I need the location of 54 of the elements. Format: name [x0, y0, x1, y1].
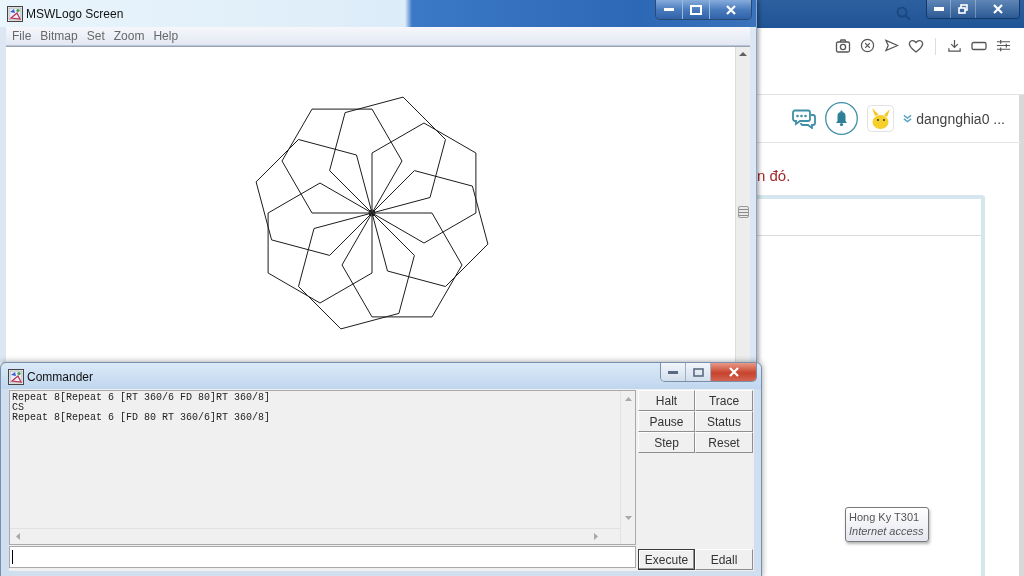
bell-icon[interactable]: [825, 102, 859, 135]
sliders-icon[interactable]: [996, 38, 1011, 53]
send-icon[interactable]: [884, 38, 899, 53]
command-button[interactable]: Execute: [638, 549, 695, 570]
download-icon[interactable]: [947, 38, 962, 53]
command-button[interactable]: Edall: [695, 549, 753, 570]
menu-item[interactable]: Bitmap: [40, 29, 78, 43]
close-icon: [992, 4, 1003, 14]
menu-item[interactable]: File: [12, 29, 32, 43]
maximize-icon: [692, 367, 704, 377]
tooltip-title: Hong Ky T301: [849, 510, 921, 524]
close-icon: [728, 367, 739, 377]
notice-text: n đó.: [757, 167, 792, 185]
up-arrow-icon[interactable]: [739, 52, 747, 56]
command-button[interactable]: Reset: [695, 432, 753, 453]
window-title: Commander: [27, 369, 94, 385]
menu-item[interactable]: Help: [153, 29, 179, 43]
close-button[interactable]: [711, 363, 756, 381]
restore-button[interactable]: [950, 0, 975, 18]
scrollbar-thumb[interactable]: [737, 206, 749, 218]
command-button[interactable]: Pause: [638, 411, 695, 432]
minimize-icon: [664, 8, 674, 11]
minimize-button[interactable]: [927, 0, 950, 18]
minimize-button[interactable]: [661, 363, 686, 381]
maximize-icon: [690, 4, 702, 15]
history-line: CS: [12, 403, 24, 413]
heart-icon[interactable]: [908, 38, 924, 54]
history-line: Repeat 8[Repeat 6 [FD 80 RT 360/6]RT 360/8]: [12, 413, 272, 423]
tooltip-subtitle: Internet access: [849, 524, 924, 538]
double-chevron-icon[interactable]: [903, 114, 913, 123]
command-button[interactable]: Status: [695, 411, 753, 432]
history-line: Repeat 8[Repeat 6 [RT 360/6 FD 80]RT 360/8]: [12, 393, 272, 403]
command-button[interactable]: Step: [638, 432, 695, 453]
app-icon: [8, 369, 24, 385]
minimize-icon: [933, 7, 944, 11]
minimize-icon: [668, 370, 678, 374]
menu-item[interactable]: Set: [86, 29, 105, 43]
vertical-scrollbar[interactable]: [735, 47, 750, 362]
command-button[interactable]: Halt: [638, 390, 695, 411]
close-icon: [725, 4, 736, 15]
window-title: MSWLogo Screen: [26, 6, 124, 22]
close-button[interactable]: [709, 0, 751, 19]
maximize-button[interactable]: [682, 0, 709, 19]
chat-icon[interactable]: [792, 108, 817, 129]
command-input[interactable]: [9, 546, 636, 568]
username-link[interactable]: dangnghia0 ...: [916, 110, 1005, 127]
camera-icon[interactable]: [835, 38, 851, 54]
menu-item[interactable]: Zoom: [113, 29, 145, 43]
maximize-button[interactable]: [686, 363, 711, 381]
minimize-button[interactable]: [656, 0, 682, 19]
command-button[interactable]: Trace: [695, 390, 753, 411]
app-icon: [7, 6, 23, 22]
x-circle-icon[interactable]: [860, 38, 875, 53]
restore-icon: [958, 4, 968, 14]
